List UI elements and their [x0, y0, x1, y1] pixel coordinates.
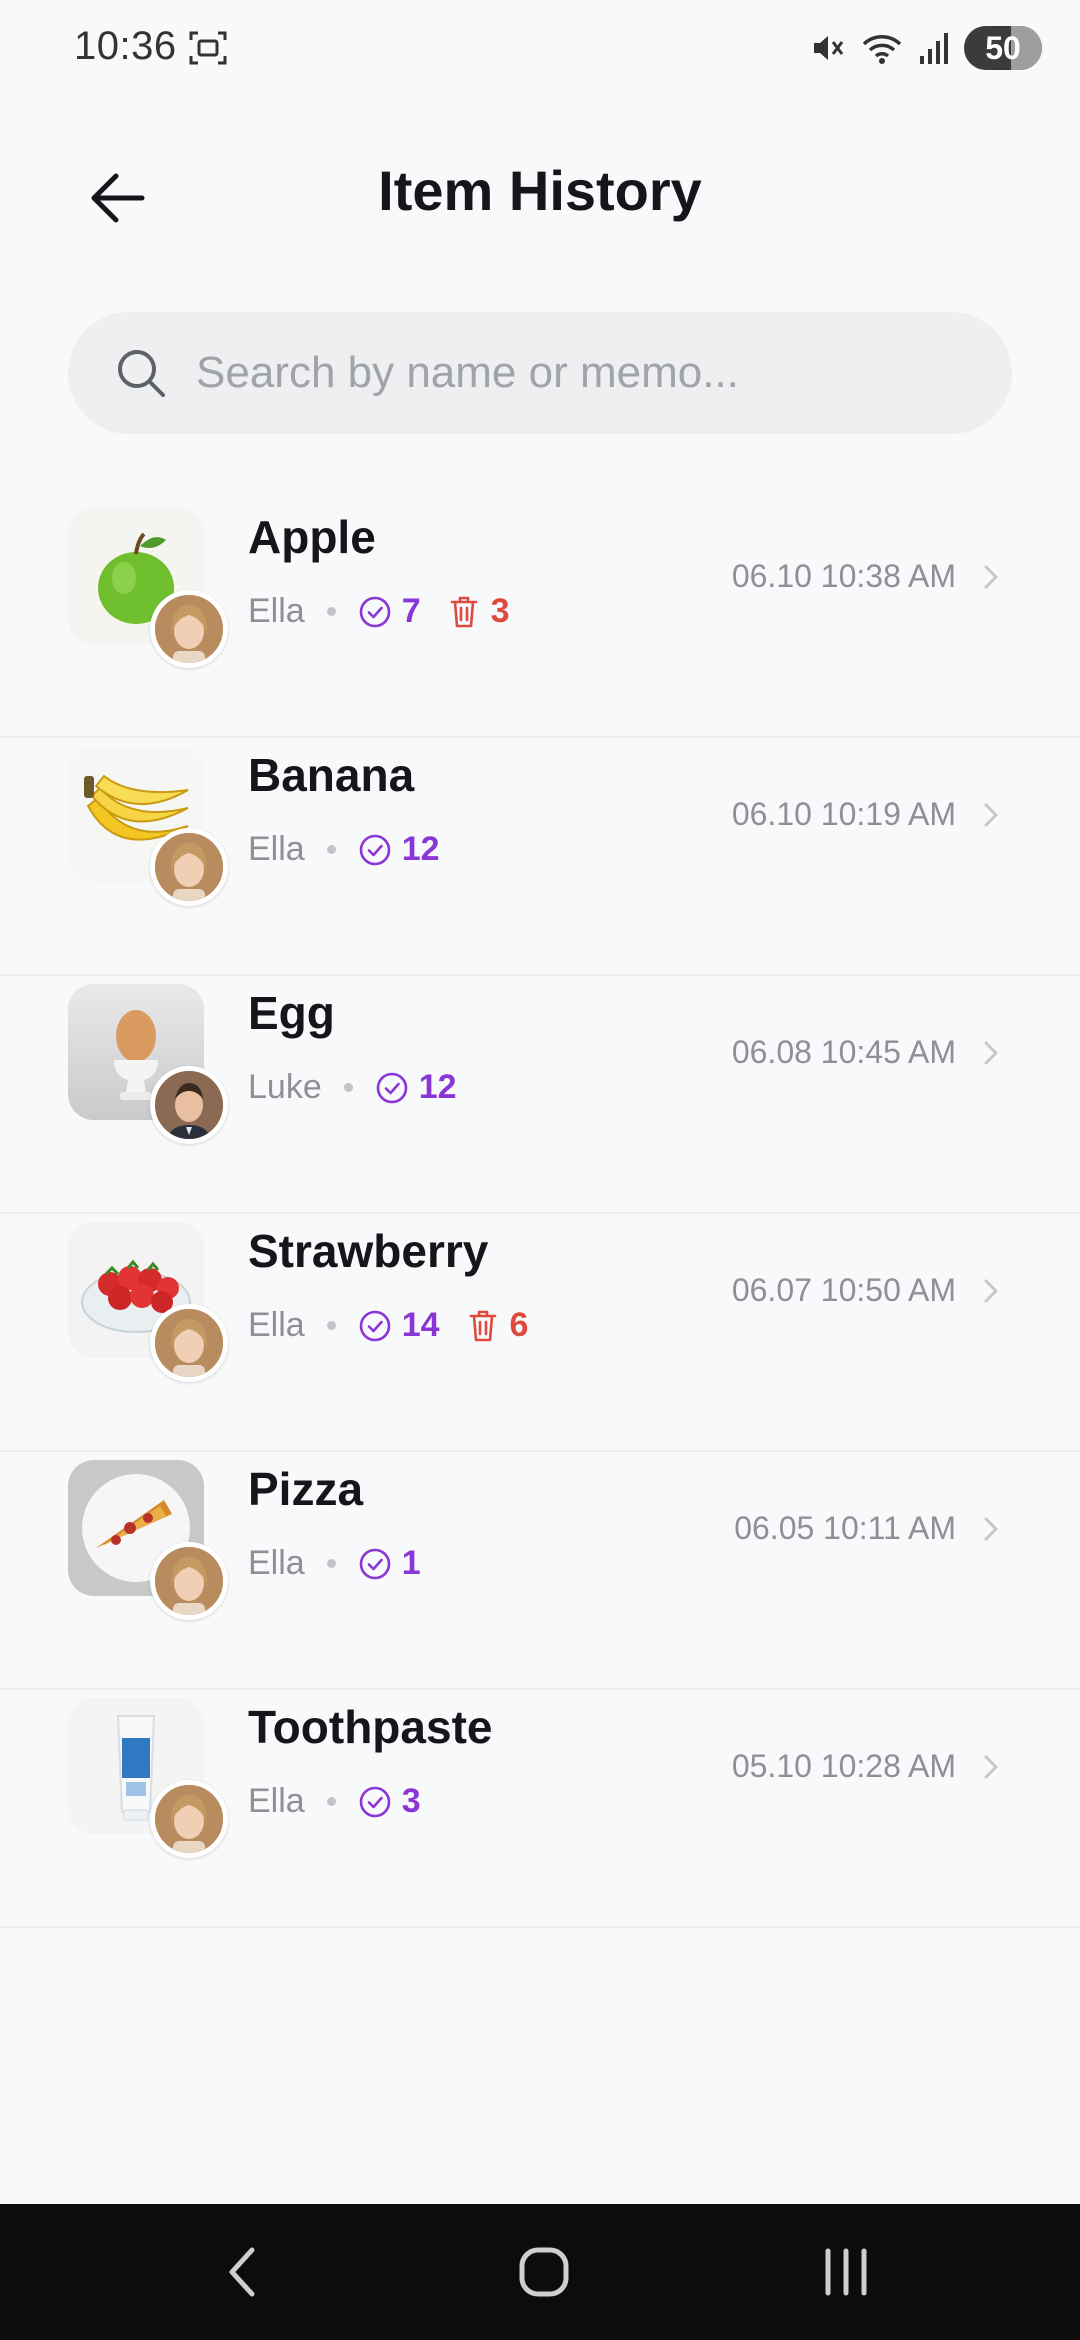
list-item[interactable]: Egg Luke 12 06.08 10:45 AM [0, 976, 1080, 1214]
check-circle-icon [359, 1548, 391, 1579]
check-circle-icon [359, 834, 391, 865]
avatar [150, 828, 228, 906]
item-name: Banana [248, 749, 415, 801]
owner-name: Luke [248, 1068, 322, 1106]
check-count: 12 [401, 830, 440, 868]
avatar [150, 1542, 228, 1620]
check-circle-icon [359, 1310, 391, 1341]
check-circle-icon [359, 596, 391, 627]
owner-name: Ella [248, 592, 305, 630]
separator-dot [343, 1083, 353, 1092]
chevron-right-icon [984, 1517, 998, 1541]
item-timestamp: 05.10 10:28 AM [731, 1748, 956, 1784]
owner-name: Ella [248, 1544, 305, 1582]
battery-level: 50 [985, 29, 1021, 66]
signal-icon [920, 33, 948, 64]
screenshot-icon [189, 31, 227, 65]
item-meta: Ella 7 3 [248, 592, 510, 631]
separator-dot [326, 607, 336, 616]
avatar [150, 1780, 228, 1858]
wifi-icon [862, 35, 902, 64]
avatar [150, 590, 228, 668]
chevron-right-icon [984, 565, 998, 589]
chevron-right-icon [984, 1279, 998, 1303]
status-icons: 50 [810, 24, 1042, 72]
check-circle-icon [359, 1786, 391, 1817]
battery-icon: 50 [964, 26, 1042, 70]
search-bar[interactable] [68, 312, 1012, 434]
item-name: Toothpaste [248, 1701, 493, 1753]
chevron-right-icon [984, 803, 998, 827]
check-count: 3 [401, 1782, 421, 1820]
separator-dot [326, 1797, 336, 1806]
delete-count: 6 [509, 1306, 529, 1344]
item-timestamp: 06.10 10:38 AM [731, 558, 956, 594]
avatar [150, 1066, 228, 1144]
owner-name: Ella [248, 830, 305, 868]
search-icon [118, 350, 165, 397]
item-timestamp: 06.05 10:11 AM [734, 1510, 956, 1546]
separator-dot [326, 1559, 336, 1568]
item-meta: Luke 12 [248, 1068, 457, 1107]
check-count: 1 [401, 1544, 421, 1582]
system-nav-bar [0, 2204, 1080, 2340]
recents-nav-icon [825, 2248, 867, 2296]
list-item[interactable]: Apple Ella 7 3 06.10 10:38 AM [0, 500, 1080, 738]
trash-icon [469, 1310, 496, 1341]
nav-back-button[interactable] [192, 2232, 292, 2312]
trash-icon [450, 596, 477, 627]
item-meta: Ella 12 [248, 830, 440, 869]
item-meta: Ella 14 6 [248, 1306, 528, 1345]
item-name: Strawberry [248, 1225, 489, 1277]
item-name: Pizza [248, 1463, 364, 1515]
avatar [150, 1304, 228, 1382]
page-title: Item History [378, 159, 702, 222]
back-nav-icon [229, 2247, 255, 2297]
list-item[interactable]: Pizza Ella 1 06.05 10:11 AM [0, 1452, 1080, 1690]
delete-count: 3 [490, 592, 510, 630]
chevron-right-icon [984, 1041, 998, 1065]
separator-dot [326, 845, 336, 854]
check-count: 12 [418, 1068, 457, 1106]
item-timestamp: 06.07 10:50 AM [731, 1272, 956, 1308]
status-bar: 10:36 50 [0, 0, 1080, 96]
separator-dot [326, 1321, 336, 1330]
item-name: Apple [248, 511, 376, 563]
status-time: 10:36 [74, 24, 177, 68]
nav-home-button[interactable] [494, 2232, 594, 2312]
mute-icon [814, 36, 844, 60]
list-item[interactable]: Toothpaste Ella 3 05.10 10:28 AM [0, 1690, 1080, 1928]
home-nav-icon [519, 2247, 569, 2297]
check-circle-icon [376, 1072, 408, 1103]
owner-name: Ella [248, 1306, 305, 1344]
search-input[interactable] [194, 347, 978, 399]
item-list: Apple Ella 7 3 06.10 10:38 AM Banana Ella 12 06.… [0, 500, 1080, 1928]
chevron-right-icon [984, 1755, 998, 1779]
item-timestamp: 06.10 10:19 AM [731, 796, 956, 832]
check-count: 14 [401, 1306, 440, 1344]
item-meta: Ella 3 [248, 1782, 421, 1821]
check-count: 7 [401, 592, 421, 630]
list-item[interactable]: Strawberry Ella 14 6 06.07 10:50 AM [0, 1214, 1080, 1452]
item-timestamp: 06.08 10:45 AM [731, 1034, 956, 1070]
item-meta: Ella 1 [248, 1544, 421, 1583]
nav-recents-button[interactable] [796, 2232, 896, 2312]
list-item[interactable]: Banana Ella 12 06.10 10:19 AM [0, 738, 1080, 976]
item-name: Egg [248, 987, 335, 1039]
owner-name: Ella [248, 1782, 305, 1820]
